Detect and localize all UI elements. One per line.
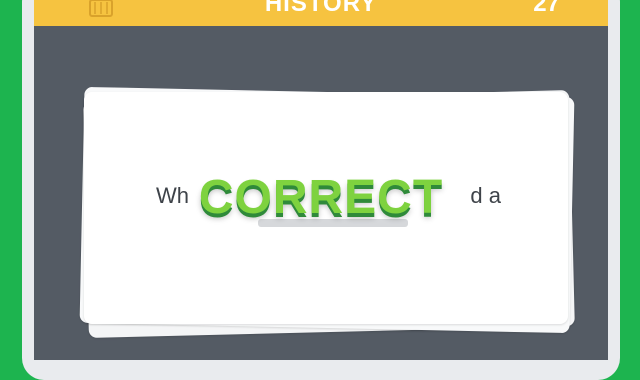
correct-label: CORRECT [198, 170, 444, 225]
game-screen: HISTORY 27 Wh_______________________d a … [34, 0, 608, 360]
